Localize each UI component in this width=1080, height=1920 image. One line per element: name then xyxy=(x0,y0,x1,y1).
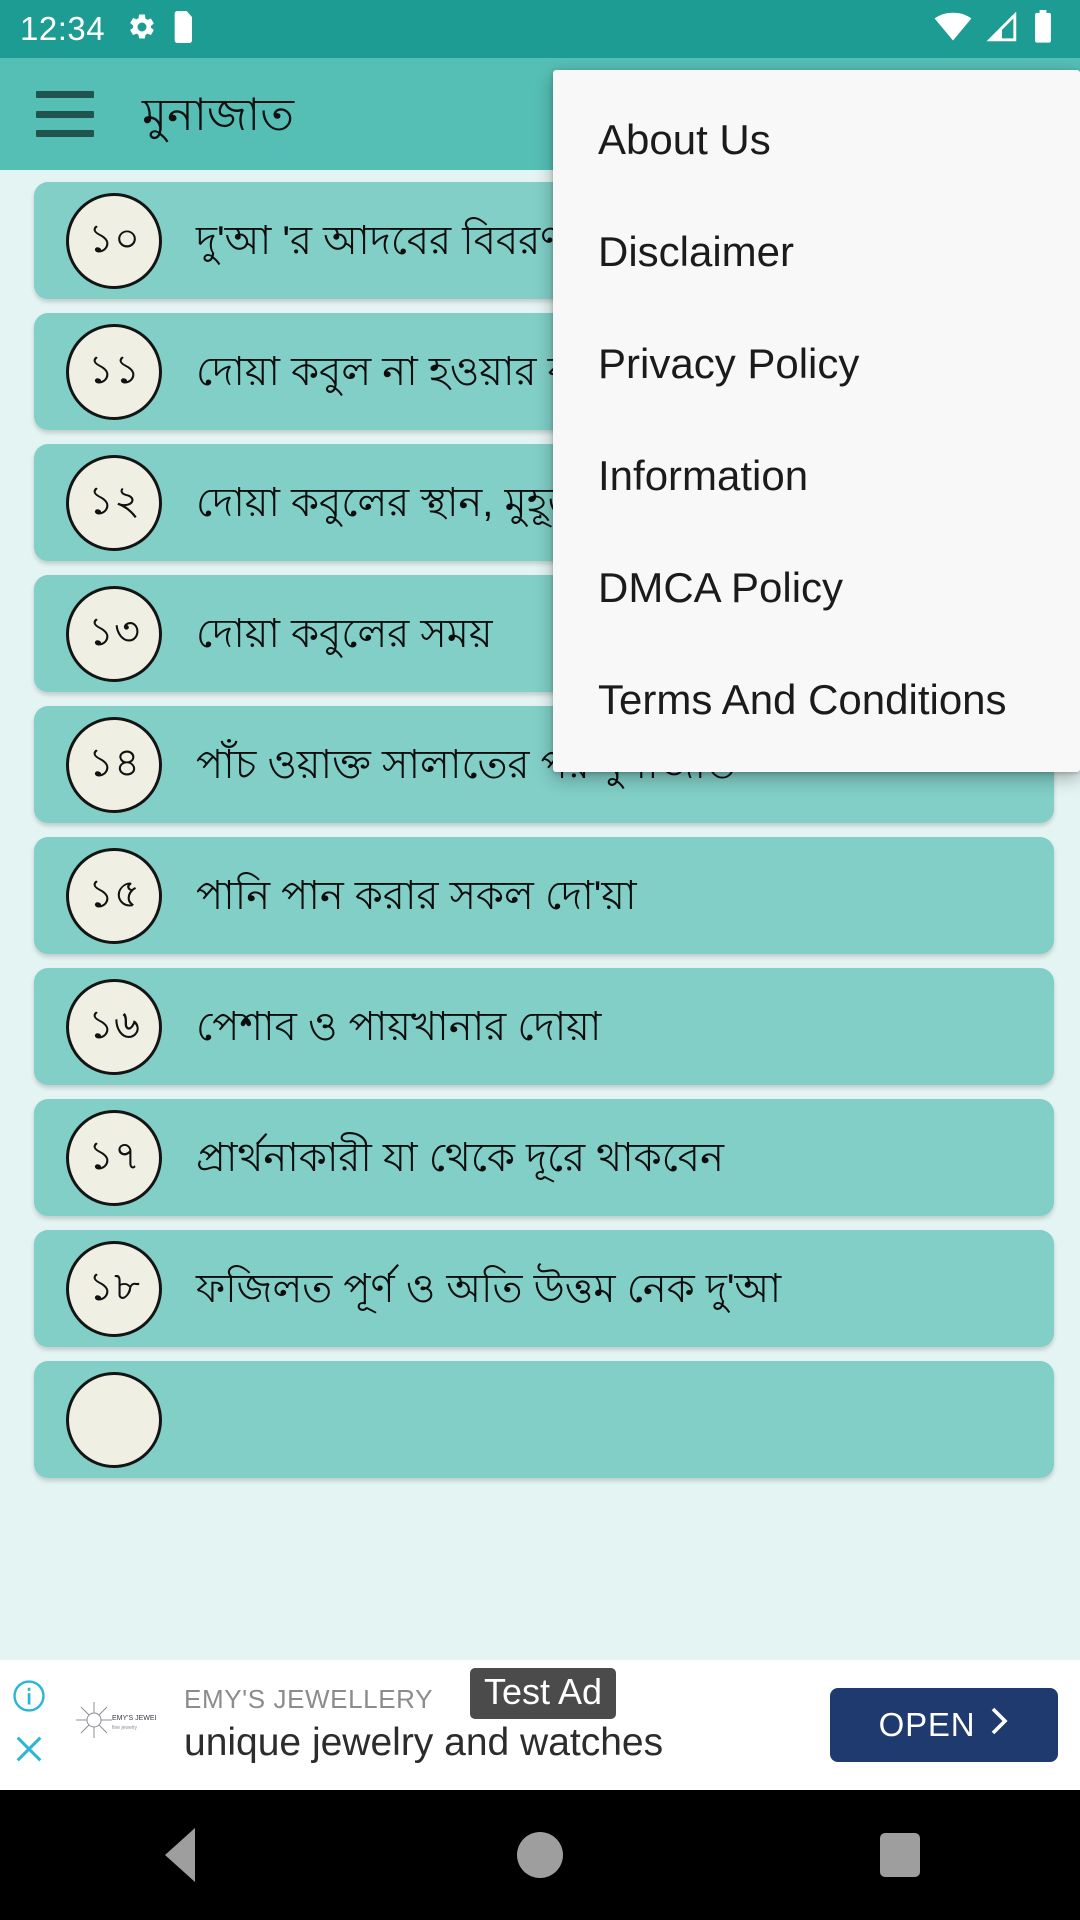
menu-item-terms-and-conditions[interactable]: Terms And Conditions xyxy=(553,644,1080,756)
list-item-title: দু'আ 'র আদবের বিবরণ xyxy=(196,218,565,263)
list-item-number: ১৮ xyxy=(88,1264,140,1309)
list-item-number-badge: ১৪ xyxy=(66,716,162,813)
ad-test-badge: Test Ad xyxy=(470,1668,617,1719)
hamburger-bar xyxy=(36,130,94,137)
list-item[interactable]: ১৬ পেশাব ও পায়খানার দোয়া xyxy=(34,968,1054,1085)
nav-recents-button[interactable] xyxy=(840,1810,960,1900)
svg-text:EMY'S JEWELLERY: EMY'S JEWELLERY xyxy=(112,1715,156,1722)
list-item-number-badge: ১৮ xyxy=(66,1240,162,1337)
list-item[interactable]: ১৮ ফজিলত পূর্ণ ও অতি উত্তম নেক দু'আ xyxy=(34,1230,1054,1347)
status-bar: 12:34 xyxy=(0,0,1080,58)
list-item-number: ১৪ xyxy=(88,740,140,785)
svg-text:fine jewelry: fine jewelry xyxy=(112,1725,138,1731)
nav-home-button[interactable] xyxy=(480,1810,600,1900)
ad-cta-label: OPEN xyxy=(878,1706,976,1743)
ad-open-button[interactable]: OPEN xyxy=(830,1688,1058,1762)
menu-item-about-us[interactable]: About Us xyxy=(553,84,1080,196)
list-item-number: ১৩ xyxy=(88,609,140,654)
list-item-number-badge: ১৭ xyxy=(66,1109,162,1206)
list-item-number: ১০ xyxy=(88,216,140,261)
triangle-back-icon xyxy=(165,1828,195,1882)
status-clock: 12:34 xyxy=(20,9,106,47)
list-item-number-badge: ১৫ xyxy=(66,847,162,944)
status-left-icons xyxy=(127,10,195,48)
nav-back-button[interactable] xyxy=(120,1810,240,1900)
list-item-number-badge: ১৬ xyxy=(66,978,162,1075)
list-item-number: ১৭ xyxy=(88,1133,140,1178)
advertiser-logo-icon: EMY'S JEWELLERY fine jewelry xyxy=(58,1683,162,1767)
cellular-signal-icon xyxy=(986,11,1018,47)
overflow-menu[interactable]: About Us Disclaimer Privacy Policy Infor… xyxy=(553,70,1080,772)
hamburger-menu-icon[interactable] xyxy=(36,91,94,137)
list-item-title: দোয়া কবুলের স্থান, মুহূর্ত xyxy=(196,480,578,525)
ad-info-icon[interactable] xyxy=(12,1679,46,1718)
list-item[interactable]: ১৭ প্রার্থনাকারী যা থেকে দূরে থাকবেন xyxy=(34,1099,1054,1216)
ad-side-controls xyxy=(0,1660,58,1790)
menu-item-dmca-policy[interactable]: DMCA Policy xyxy=(553,532,1080,644)
list-item-title: পানি পান করার সকল দো'য়া xyxy=(196,873,637,918)
list-item[interactable]: ১৫ পানি পান করার সকল দো'য়া xyxy=(34,837,1054,954)
list-item-number-badge: ১১ xyxy=(66,323,162,420)
menu-item-information[interactable]: Information xyxy=(553,420,1080,532)
menu-item-disclaimer[interactable]: Disclaimer xyxy=(553,196,1080,308)
circle-home-icon xyxy=(517,1832,563,1878)
phone-screen: 12:34 মুনাজাত ১০ দু'আ 'র আদবের বিবরণ ১১ … xyxy=(0,0,1080,1920)
list-item-number-badge: ১৩ xyxy=(66,585,162,682)
list-item-title: প্রার্থনাকারী যা থেকে দূরে থাকবেন xyxy=(196,1135,724,1180)
list-item-title: ফজিলত পূর্ণ ও অতি উত্তম নেক দু'আ xyxy=(196,1266,782,1311)
list-item-number-badge xyxy=(66,1371,162,1468)
ad-headline: unique jewelry and watches xyxy=(184,1720,664,1764)
list-item-number-badge: ১২ xyxy=(66,454,162,551)
list-item-number: ১৫ xyxy=(88,871,140,916)
list-item-title: পেশাব ও পায়খানার দোয়া xyxy=(196,1004,602,1049)
list-item-title: দোয়া কবুলের সময় xyxy=(196,611,493,656)
list-item-number: ১২ xyxy=(88,478,140,523)
hamburger-bar xyxy=(36,91,94,98)
list-item-number: ১১ xyxy=(88,347,140,392)
battery-icon xyxy=(1032,9,1054,49)
status-right-icons xyxy=(934,9,1062,49)
android-nav-bar xyxy=(0,1790,1080,1920)
page-title: মুনাজাত xyxy=(142,88,294,140)
ad-close-icon[interactable] xyxy=(12,1732,46,1771)
wifi-icon xyxy=(934,12,972,47)
sd-card-icon xyxy=(173,10,195,48)
list-item-number: ১৬ xyxy=(88,1002,140,1047)
gear-icon xyxy=(127,12,157,47)
menu-item-privacy-policy[interactable]: Privacy Policy xyxy=(553,308,1080,420)
square-recents-icon xyxy=(880,1833,920,1877)
chevron-right-icon xyxy=(989,1706,1009,1744)
list-item-number-badge: ১০ xyxy=(66,192,162,289)
hamburger-bar xyxy=(36,110,94,118)
list-item[interactable] xyxy=(34,1361,1054,1478)
